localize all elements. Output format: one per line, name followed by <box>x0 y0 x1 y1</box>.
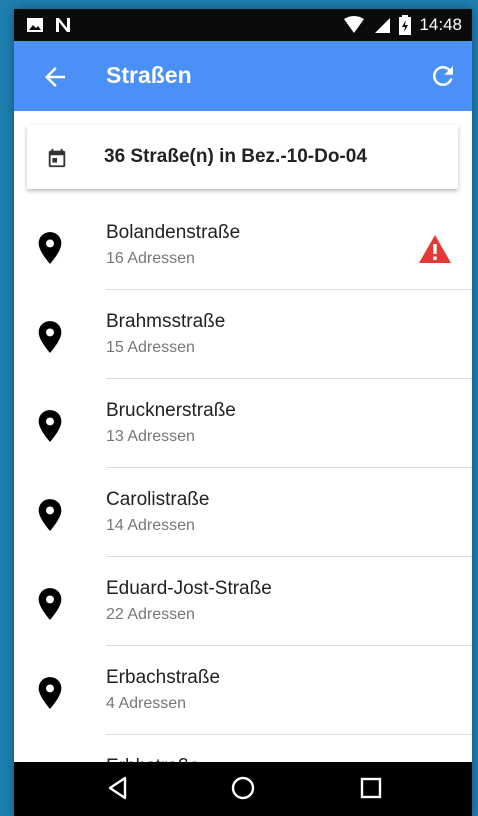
street-name: Brucknerstraße <box>106 400 236 421</box>
list-item[interactable]: Eduard-Jost-Straße 22 Adressen <box>14 557 472 646</box>
list-item[interactable]: Brucknerstraße 13 Adressen <box>14 379 472 468</box>
list-item[interactable]: Brahmsstraße 15 Adressen <box>14 290 472 379</box>
list-item[interactable]: Bolandenstraße 16 Adressen <box>14 201 472 290</box>
street-list: Bolandenstraße 16 Adressen Brahmsstraße … <box>14 201 472 816</box>
calendar-icon <box>48 148 66 168</box>
summary-card: 36 Straße(n) in Bez.-10-Do-04 <box>27 125 458 189</box>
back-triangle-icon[interactable] <box>104 774 132 802</box>
address-count: 14 Adressen <box>106 517 195 534</box>
app-bar: Straßen <box>14 41 472 111</box>
phone-screen: 14:48 Straßen 36 Straße(n) in Bez.-10-Do… <box>14 9 472 816</box>
location-pin-icon <box>38 410 62 442</box>
recents-square-icon[interactable] <box>357 774 385 802</box>
wifi-icon <box>344 16 365 33</box>
page-title: Straßen <box>106 62 192 88</box>
notification-n-icon <box>56 18 70 32</box>
street-name: Erbachstraße <box>106 667 221 688</box>
warning-icon <box>419 235 451 263</box>
location-pin-icon <box>38 321 62 353</box>
refresh-icon[interactable] <box>428 61 458 91</box>
location-pin-icon <box>38 499 62 531</box>
location-pin-icon <box>38 588 62 620</box>
summary-text: 36 Straße(n) in Bez.-10-Do-04 <box>104 146 367 167</box>
address-count: 15 Adressen <box>106 339 195 356</box>
address-count: 16 Adressen <box>106 250 195 267</box>
status-time: 14:48 <box>419 15 462 34</box>
list-item[interactable]: Erbachstraße 4 Adressen <box>14 646 472 735</box>
signal-icon <box>375 18 391 33</box>
system-nav-bar <box>14 762 472 816</box>
status-bar: 14:48 <box>14 9 472 41</box>
list-item[interactable]: Carolistraße 14 Adressen <box>14 468 472 557</box>
image-icon <box>27 18 43 32</box>
address-count: 4 Adressen <box>106 695 187 712</box>
street-name: Brahmsstraße <box>106 311 226 332</box>
street-name: Carolistraße <box>106 489 210 510</box>
home-circle-icon[interactable] <box>229 774 257 802</box>
address-count: 13 Adressen <box>106 428 195 445</box>
location-pin-icon <box>38 677 62 709</box>
address-count: 22 Adressen <box>106 606 195 623</box>
arrow-back-icon[interactable] <box>40 62 70 92</box>
location-pin-icon <box>38 232 62 264</box>
street-name: Bolandenstraße <box>106 222 241 243</box>
battery-icon <box>399 15 412 35</box>
street-name: Eduard-Jost-Straße <box>106 578 272 599</box>
